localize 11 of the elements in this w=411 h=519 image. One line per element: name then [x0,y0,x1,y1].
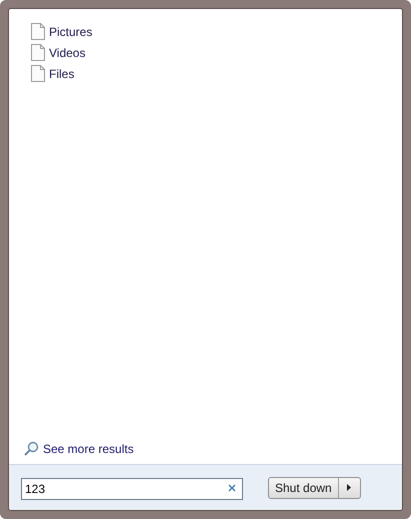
clear-icon[interactable] [228,484,236,492]
result-item[interactable]: Files [49,64,74,82]
search-field[interactable]: 123 [21,478,243,500]
document-icon [31,65,45,82]
search-icon [23,441,39,457]
document-icon [31,44,45,61]
see-more-results-link[interactable]: See more results [43,440,134,458]
result-item[interactable]: Pictures [49,22,92,40]
document-icon [31,23,45,40]
caret-icon [347,484,352,491]
result-item[interactable]: Videos [49,44,86,62]
